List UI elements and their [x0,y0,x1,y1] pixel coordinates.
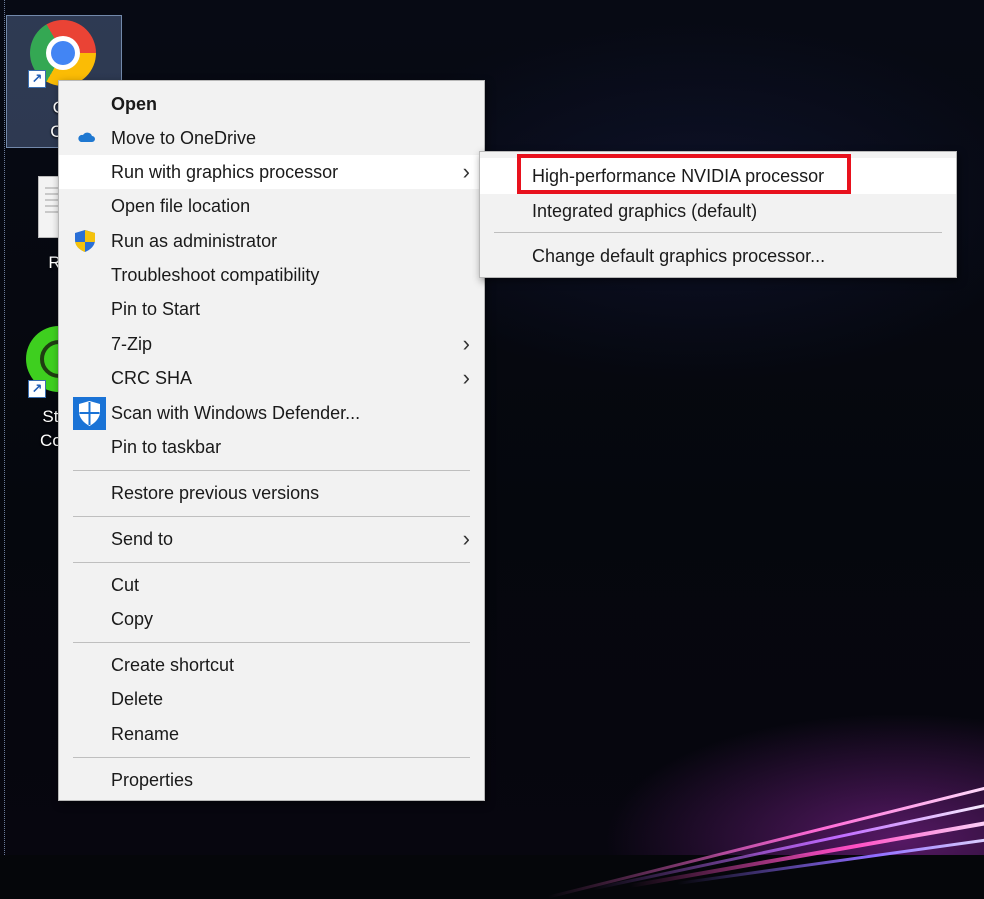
menu-item-label: Create shortcut [111,655,235,675]
graphics-processor-submenu: High-performance NVIDIA processor Integr… [479,151,957,278]
wallpaper-light-streak [547,782,984,899]
menu-item-open[interactable]: Open [59,87,484,121]
menu-item-label: Move to OneDrive [111,128,257,148]
menu-item-copy[interactable]: Copy [59,602,484,636]
menu-item-pin-to-start[interactable]: Pin to Start [59,292,484,326]
menu-item-label: Run with graphics processor [111,162,339,182]
menu-item-label: Restore previous versions [111,483,320,503]
menu-separator [73,757,470,758]
shortcut-arrow-icon: ↗ [28,70,46,88]
menu-item-label: Properties [111,770,194,790]
menu-separator [73,642,470,643]
menu-item-label: Open file location [111,196,251,216]
menu-item-cut[interactable]: Cut [59,568,484,602]
shortcut-arrow-icon: ↗ [28,380,46,398]
wallpaper-light-streak [592,800,984,891]
chevron-right-icon: › [462,159,470,184]
menu-item-label: CRC SHA [111,368,193,388]
menu-separator [73,470,470,471]
onedrive-icon [78,132,95,142]
context-menu: Open Move to OneDrive Run with graphics … [58,80,485,801]
menu-item-send-to[interactable]: Send to › [59,522,484,556]
menu-item-run-as-administrator[interactable]: Run as administrator [59,224,484,258]
menu-separator [73,516,470,517]
menu-item-label: Run as administrator [111,231,278,251]
menu-item-scan-with-windows-defender[interactable]: Scan with Windows Defender... [59,396,484,430]
menu-item-delete[interactable]: Delete [59,682,484,716]
chevron-right-icon: › [462,331,470,356]
menu-item-create-shortcut[interactable]: Create shortcut [59,648,484,682]
wallpaper-light-streak [629,818,984,888]
chevron-right-icon: › [462,365,470,390]
menu-item-label: Rename [111,724,180,744]
menu-item-label: Open [111,94,158,114]
menu-item-label: Troubleshoot compatibility [111,265,320,285]
submenu-separator [494,232,942,233]
menu-item-crc-sha[interactable]: CRC SHA › [59,361,484,395]
menu-item-open-file-location[interactable]: Open file location [59,189,484,223]
menu-item-label: Send to [111,529,174,549]
menu-item-move-to-onedrive[interactable]: Move to OneDrive [59,121,484,155]
menu-item-label: Pin to Start [111,299,201,319]
menu-item-properties[interactable]: Properties [59,763,484,797]
menu-item-rename[interactable]: Rename [59,717,484,751]
menu-item-pin-to-taskbar[interactable]: Pin to taskbar [59,430,484,464]
menu-item-label: 7-Zip [111,334,153,354]
windows-defender-icon [73,397,106,430]
menu-item-label: Cut [111,575,140,595]
menu-item-label: Scan with Windows Defender... [111,403,361,423]
menu-item-run-with-graphics-processor[interactable]: Run with graphics processor › [59,155,484,189]
submenu-item-integrated-graphics[interactable]: Integrated graphics (default) [480,193,956,229]
menu-item-troubleshoot-compatibility[interactable]: Troubleshoot compatibility [59,258,484,292]
menu-separator [73,562,470,563]
menu-item-7zip[interactable]: 7-Zip › [59,327,484,361]
menu-item-label: Copy [111,609,154,629]
uac-shield-icon [75,230,95,252]
submenu-item-label: Change default graphics processor... [532,246,826,266]
submenu-item-label: Integrated graphics (default) [532,201,758,221]
annotation-highlight-box [517,154,851,194]
menu-item-restore-previous-versions[interactable]: Restore previous versions [59,476,484,510]
menu-item-label: Pin to taskbar [111,437,222,457]
submenu-item-change-default-graphics[interactable]: Change default graphics processor... [480,238,956,274]
chevron-right-icon: › [462,526,470,551]
menu-item-label: Delete [111,689,164,709]
